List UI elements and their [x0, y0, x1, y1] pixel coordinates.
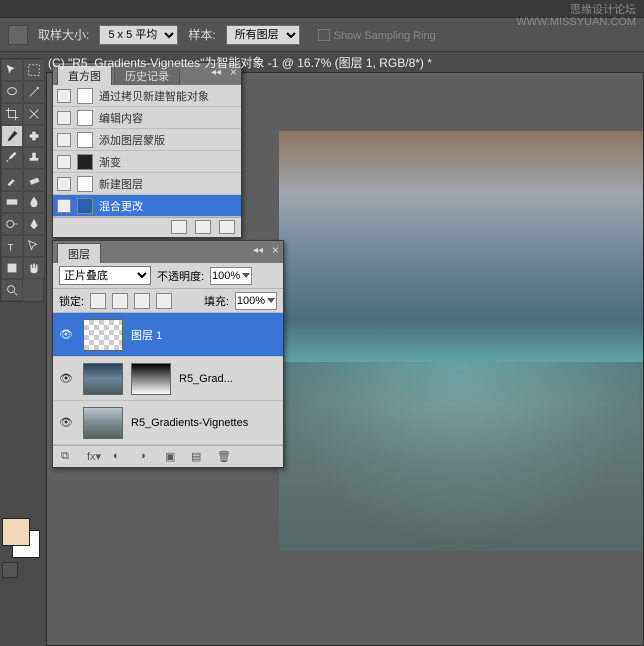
- pen-tool[interactable]: [23, 213, 45, 235]
- adjustment-layer-icon[interactable]: ◑: [139, 450, 155, 464]
- lock-label: 锁定:: [59, 293, 84, 309]
- layers-panel: 图层 ◂◂ × 正片叠底 不透明度: 100% 锁定: 填充: 100% 👁 图…: [52, 240, 284, 468]
- shape-tool[interactable]: [1, 257, 23, 279]
- history-item[interactable]: 通过拷贝新建智能对象: [53, 85, 241, 107]
- foreground-color[interactable]: [2, 518, 30, 546]
- history-item[interactable]: 混合更改: [53, 195, 241, 217]
- history-item[interactable]: 编辑内容: [53, 107, 241, 129]
- history-item[interactable]: 渐变: [53, 151, 241, 173]
- toolbox: T: [0, 58, 44, 302]
- layer-group-icon[interactable]: ▣: [165, 450, 181, 464]
- tab-layers[interactable]: 图层: [57, 243, 101, 263]
- layer-thumbnail[interactable]: [83, 363, 123, 395]
- history-footer: [53, 217, 241, 237]
- marquee-tool[interactable]: [23, 59, 45, 81]
- healing-tool[interactable]: [23, 125, 45, 147]
- delete-layer-icon[interactable]: 🗑: [217, 450, 233, 464]
- dodge-tool[interactable]: [1, 213, 23, 235]
- layer-row[interactable]: 👁 图层 1: [53, 313, 283, 357]
- lasso-tool[interactable]: [1, 81, 23, 103]
- close-icon[interactable]: ×: [272, 243, 279, 257]
- watermark: 思缘设计论坛 WWW.MISSYUAN.COM: [516, 4, 636, 28]
- move-tool[interactable]: [1, 59, 23, 81]
- visibility-icon[interactable]: 👁: [59, 416, 75, 430]
- svg-text:T: T: [8, 242, 14, 253]
- show-sampling-ring[interactable]: Show Sampling Ring: [318, 28, 436, 42]
- lock-pixels-icon[interactable]: [112, 293, 128, 309]
- layer-name[interactable]: R5_Grad...: [179, 373, 233, 385]
- history-brush-tool[interactable]: [1, 169, 23, 191]
- sample-label: 样本:: [188, 26, 215, 43]
- gradient-tool[interactable]: [1, 191, 23, 213]
- lock-transparent-icon[interactable]: [90, 293, 106, 309]
- layer-name[interactable]: R5_Gradients-Vignettes: [131, 417, 248, 429]
- path-tool[interactable]: [23, 235, 45, 257]
- brush-tool[interactable]: [1, 147, 23, 169]
- document-photo: [279, 131, 644, 551]
- layer-row[interactable]: 👁 R5_Grad...: [53, 357, 283, 401]
- delete-icon[interactable]: [219, 220, 235, 234]
- quick-mask-toggle[interactable]: [2, 562, 18, 578]
- lock-all-icon[interactable]: [156, 293, 172, 309]
- visibility-icon[interactable]: 👁: [59, 372, 75, 386]
- layer-mask-thumbnail[interactable]: [131, 363, 171, 395]
- slice-tool[interactable]: [23, 103, 45, 125]
- crop-tool[interactable]: [1, 103, 23, 125]
- history-panel: 直方图 历史记录 ◂◂ × 通过拷贝新建智能对象 编辑内容 添加图层蒙版 渐变 …: [52, 62, 242, 238]
- layer-thumbnail[interactable]: [83, 319, 123, 351]
- sample-size-label: 取样大小:: [38, 26, 89, 43]
- layer-name[interactable]: 图层 1: [131, 327, 162, 343]
- layer-row[interactable]: 👁 R5_Gradients-Vignettes: [53, 401, 283, 445]
- snapshot-icon[interactable]: [171, 220, 187, 234]
- visibility-icon[interactable]: 👁: [59, 328, 75, 342]
- layer-mask-icon[interactable]: ◐: [113, 450, 129, 464]
- sample-select[interactable]: 所有图层: [226, 25, 300, 45]
- stamp-tool[interactable]: [23, 147, 45, 169]
- new-layer-icon[interactable]: ▤: [191, 450, 207, 464]
- wand-tool[interactable]: [23, 81, 45, 103]
- panel-menu-icon[interactable]: ◂◂: [253, 245, 263, 256]
- eyedropper-tool[interactable]: [1, 125, 23, 147]
- layers-footer: ⧉ fx▾ ◐ ◑ ▣ ▤ 🗑: [53, 445, 283, 467]
- type-tool[interactable]: T: [1, 235, 23, 257]
- blur-tool[interactable]: [23, 191, 45, 213]
- history-item[interactable]: 新建图层: [53, 173, 241, 195]
- hand-tool[interactable]: [23, 257, 45, 279]
- zoom-tool[interactable]: [1, 279, 23, 301]
- fill-label: 填充:: [204, 293, 229, 309]
- opacity-input[interactable]: 100%: [210, 267, 252, 285]
- eyedropper-tool-icon[interactable]: [8, 25, 28, 45]
- history-item[interactable]: 添加图层蒙版: [53, 129, 241, 151]
- lock-position-icon[interactable]: [134, 293, 150, 309]
- opacity-label: 不透明度:: [157, 268, 204, 284]
- link-layers-icon[interactable]: ⧉: [61, 450, 77, 464]
- document-title: (C) "R5_Gradients-Vignettes"为智能对象 -1 @ 1…: [48, 54, 432, 71]
- blend-mode-select[interactable]: 正片叠底: [59, 266, 151, 285]
- eraser-tool[interactable]: [23, 169, 45, 191]
- fill-input[interactable]: 100%: [235, 292, 277, 310]
- layer-fx-icon[interactable]: fx▾: [87, 450, 103, 464]
- layer-thumbnail[interactable]: [83, 407, 123, 439]
- sample-size-select[interactable]: 5 x 5 平均: [99, 25, 178, 45]
- new-state-icon[interactable]: [195, 220, 211, 234]
